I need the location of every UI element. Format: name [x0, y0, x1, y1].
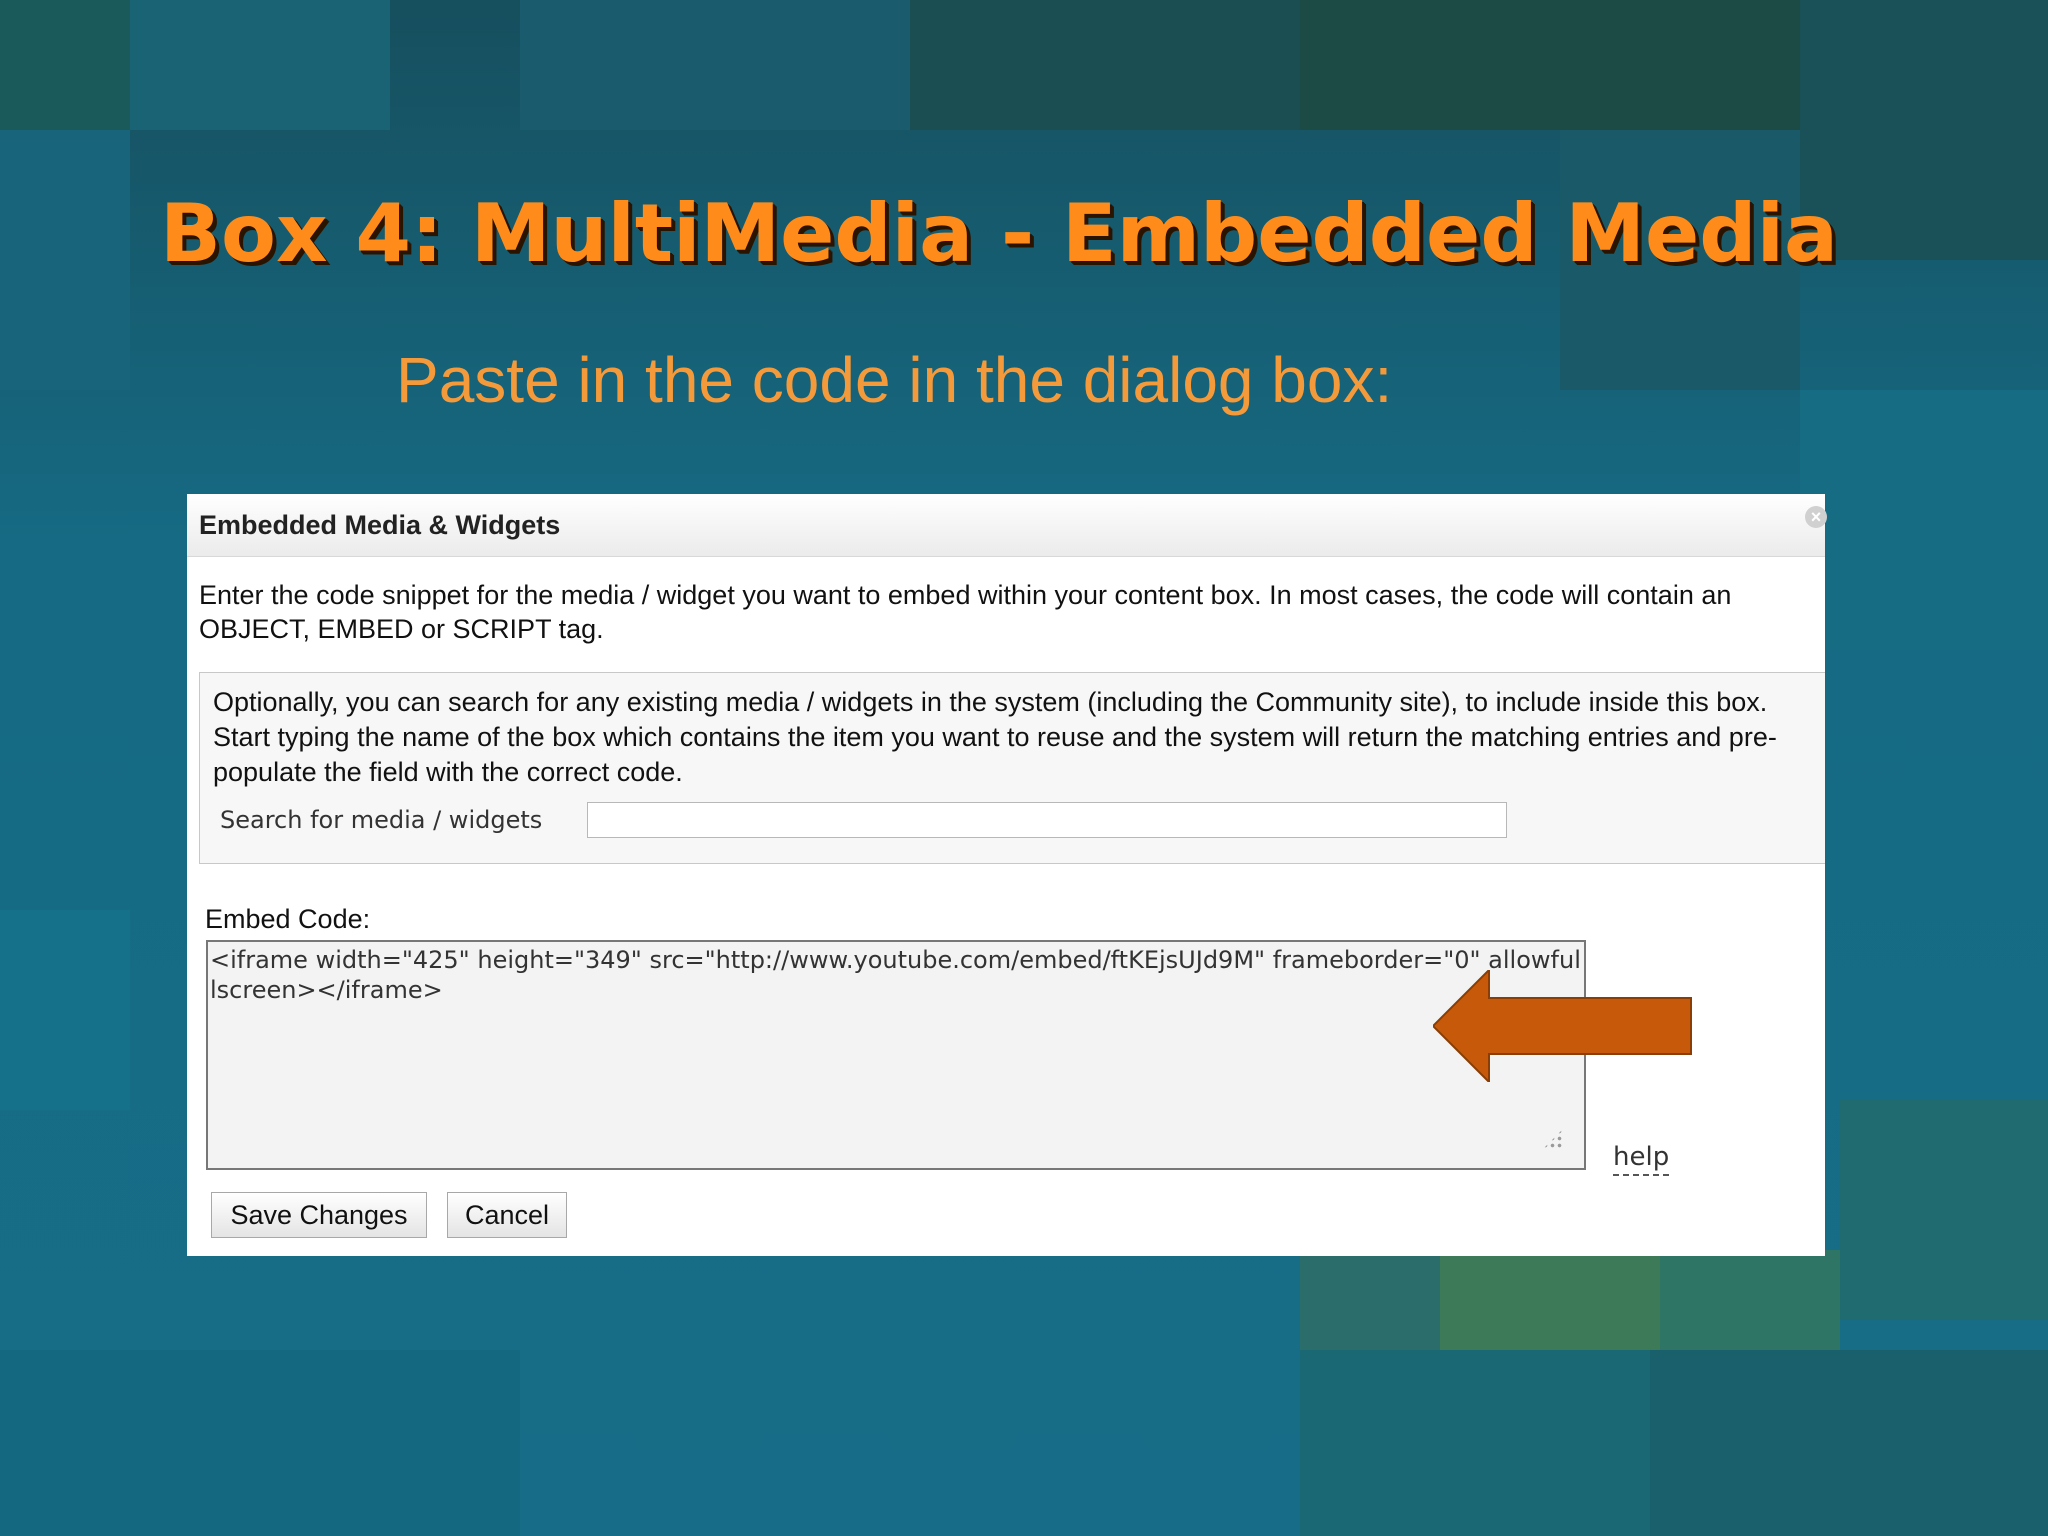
search-panel-description: Optionally, you can search for any exist… — [213, 687, 1777, 787]
slide-subtitle: Paste in the code in the dialog box: — [396, 344, 1393, 416]
dialog-title: Embedded Media & Widgets — [199, 510, 561, 540]
search-label: Search for media / widgets — [220, 806, 543, 834]
dialog-header: Embedded Media & Widgets × — [187, 494, 1827, 557]
cancel-button[interactable]: Cancel — [447, 1192, 567, 1238]
arrow-shape — [1433, 970, 1692, 1082]
embed-code-label: Embed Code: — [205, 904, 371, 934]
search-panel: Optionally, you can search for any exist… — [199, 672, 1825, 864]
embedded-media-dialog: Embedded Media & Widgets × Enter the cod… — [187, 494, 1827, 1256]
dialog-intro-text: Enter the code snippet for the media / w… — [199, 580, 1732, 644]
arrow-icon — [1433, 970, 1692, 1082]
slide-title: Box 4: MultiMedia - Embedded Media — [160, 187, 1838, 280]
save-changes-button[interactable]: Save Changes — [211, 1192, 427, 1238]
help-link[interactable]: help — [1613, 1142, 1670, 1176]
embed-code-textarea[interactable]: <iframe width="425" height="349" src="ht… — [206, 940, 1586, 1170]
search-media-input[interactable] — [587, 802, 1507, 838]
close-icon[interactable]: × — [1805, 506, 1827, 528]
